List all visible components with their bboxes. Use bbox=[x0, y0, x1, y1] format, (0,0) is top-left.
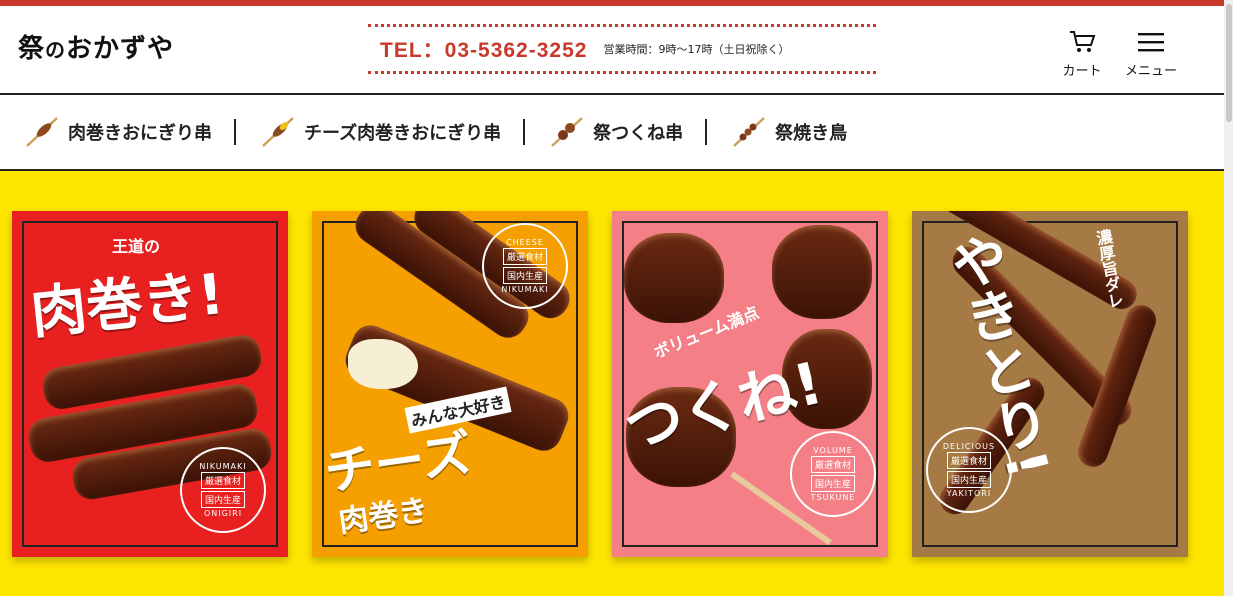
contact-box: TEL：03-5362-3252 営業時間：9時～17時（土日祝除く） bbox=[368, 24, 876, 74]
food-image bbox=[772, 225, 872, 319]
quality-stamp: NIKUMAKI 厳選食材 国内生産 ONIGIRI bbox=[180, 447, 266, 533]
nav-item-cheese-nikumaki[interactable]: チーズ肉巻きおにぎり串 bbox=[260, 117, 523, 147]
yakitori-skewer-icon bbox=[733, 117, 765, 147]
stamp-top-text: VOLUME bbox=[813, 446, 853, 455]
site-logo[interactable]: 祭のおかずや bbox=[18, 28, 174, 65]
stamp-text-a: 厳選食材 bbox=[200, 472, 245, 489]
stamp-text-a: 厳選食材 bbox=[946, 452, 991, 469]
stamp-bottom-text: ONIGIRI bbox=[203, 509, 243, 518]
nav-separator bbox=[234, 119, 236, 145]
nav-separator bbox=[523, 119, 526, 145]
stamp-text-b: 国内生産 bbox=[810, 475, 855, 492]
menu-button[interactable]: メニュー bbox=[1119, 30, 1183, 79]
card-tagline: 王道の bbox=[112, 237, 161, 256]
product-card-cheese-nikumaki[interactable]: CHEESE 厳選食材 国内生産 NIKUMAKI みんな大好き チーズ 肉巻き bbox=[312, 211, 588, 557]
nav-separator bbox=[705, 119, 708, 145]
phone-number[interactable]: TEL：03-5362-3252 bbox=[380, 34, 587, 64]
stamp-text-b: 国内生産 bbox=[946, 471, 991, 488]
stamp-top-text: DELICIOUS bbox=[942, 442, 996, 451]
quality-stamp: VOLUME 厳選食材 国内生産 TSUKUNE bbox=[790, 431, 876, 517]
business-hours: 営業時間：9時～17時（土日祝除く） bbox=[603, 43, 790, 56]
logo-no-char: の bbox=[45, 38, 67, 62]
nav-item-label: 祭つくね串 bbox=[593, 123, 684, 144]
logo-rest: おかずや bbox=[66, 34, 175, 64]
stamp-bottom-text: TSUKUNE bbox=[810, 493, 856, 502]
stamp-top-text: CHEESE bbox=[506, 238, 544, 247]
nav-item-tsukune[interactable]: 祭つくね串 bbox=[549, 117, 705, 147]
nav-item-nikumaki[interactable]: 肉巻きおにぎり串 bbox=[24, 117, 234, 147]
nav-item-yakitori[interactable]: 祭焼き鳥 bbox=[731, 117, 869, 147]
stamp-text-a: 厳選食材 bbox=[502, 248, 547, 265]
nav-item-label: 肉巻きおにぎり串 bbox=[68, 123, 212, 144]
product-card-tsukune[interactable]: ボリューム満点 つくね! VOLUME 厳選食材 国内生産 TSUKUNE bbox=[612, 211, 888, 557]
cart-button[interactable]: カート bbox=[1050, 30, 1114, 79]
quality-stamp: CHEESE 厳選食材 国内生産 NIKUMAKI bbox=[482, 223, 568, 309]
nav-item-label: チーズ肉巻きおにぎり串 bbox=[304, 123, 502, 144]
product-banner-area: 王道の 肉巻き! NIKUMAKI 厳選食材 国内生産 ONIGIRI CHEE… bbox=[0, 171, 1224, 596]
category-nav: 肉巻きおにぎり串 チーズ肉巻きおにぎり串 祭つくね串 祭焼き鳥 bbox=[0, 95, 1224, 171]
nav-item-label: 祭焼き鳥 bbox=[775, 123, 848, 144]
stamp-top-text: NIKUMAKI bbox=[199, 462, 247, 471]
menu-label: メニュー bbox=[1124, 64, 1177, 79]
stamp-bottom-text: NIKUMAKI bbox=[501, 285, 549, 294]
hamburger-icon bbox=[1138, 33, 1164, 52]
stamp-text-a: 厳選食材 bbox=[810, 456, 855, 473]
skewer-icon bbox=[26, 117, 58, 147]
product-card-nikumaki[interactable]: 王道の 肉巻き! NIKUMAKI 厳選食材 国内生産 ONIGIRI bbox=[12, 211, 288, 557]
cheese-image bbox=[348, 339, 418, 389]
stamp-text-b: 国内生産 bbox=[200, 491, 245, 508]
cheese-skewer-icon bbox=[262, 117, 294, 147]
stamp-bottom-text: YAKITORI bbox=[946, 489, 992, 498]
site-header: 祭のおかずや TEL：03-5362-3252 営業時間：9時～17時（土日祝除… bbox=[0, 0, 1224, 95]
logo-main-char: 祭 bbox=[18, 34, 46, 64]
cart-icon bbox=[1070, 31, 1096, 52]
stamp-text-b: 国内生産 bbox=[502, 267, 547, 284]
tsukune-skewer-icon bbox=[551, 117, 583, 147]
quality-stamp: DELICIOUS 厳選食材 国内生産 YAKITORI bbox=[926, 427, 1012, 513]
cart-label: カート bbox=[1062, 64, 1102, 79]
food-image bbox=[624, 233, 724, 323]
page-scrollbar-thumb[interactable] bbox=[1226, 4, 1232, 122]
product-card-yakitori[interactable]: やきとり! 濃厚旨ダレ DELICIOUS 厳選食材 国内生産 YAKITORI bbox=[912, 211, 1188, 557]
